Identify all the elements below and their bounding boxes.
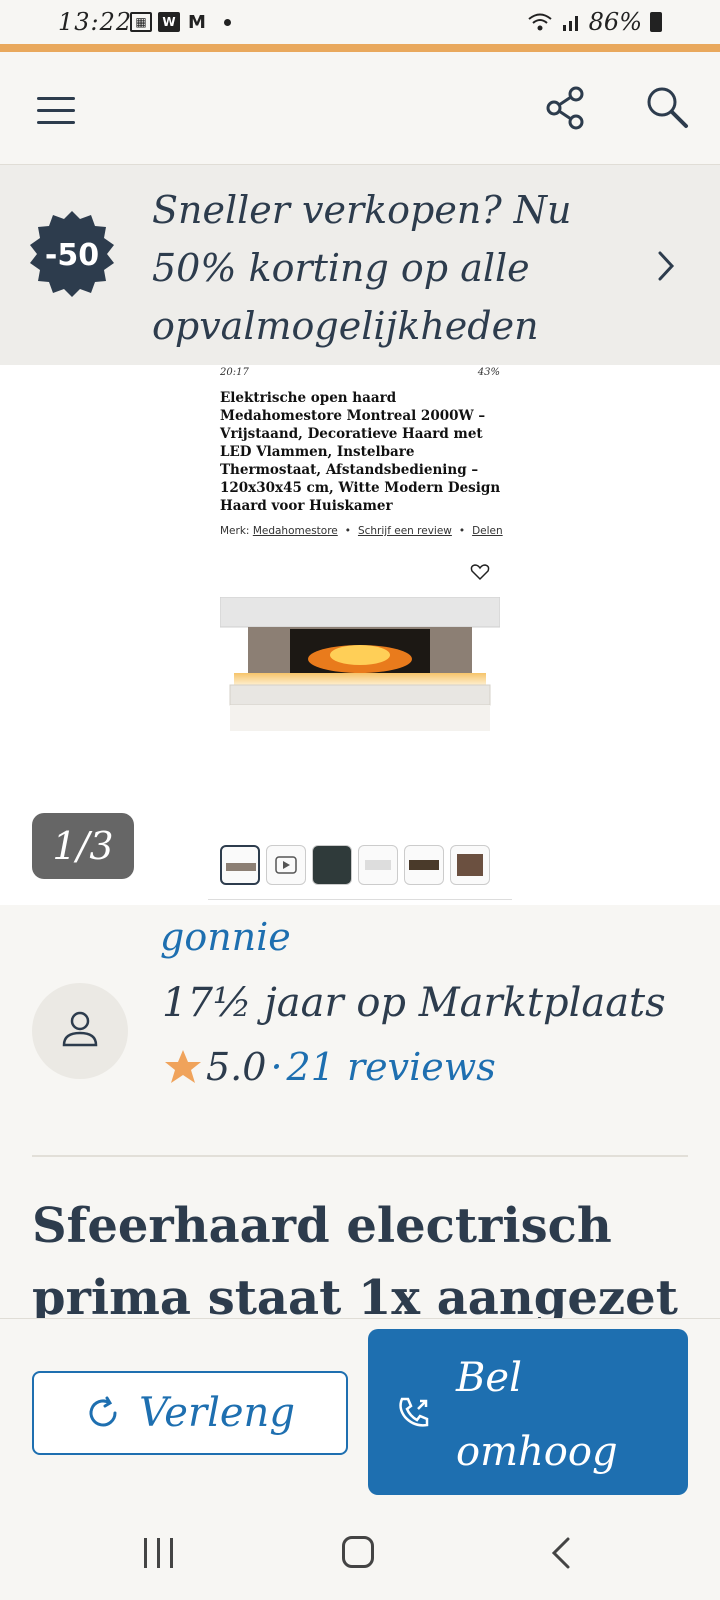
calendar-icon: ▦ <box>130 12 152 32</box>
chevron-right-icon <box>658 251 675 281</box>
thumbnail[interactable] <box>312 845 352 885</box>
rating-separator: · <box>270 1045 283 1089</box>
status-bar: 13:22 ▦ W M 86% <box>0 0 720 44</box>
hamburger-icon[interactable] <box>37 97 75 124</box>
share-icon[interactable] <box>540 82 592 134</box>
status-time: 13:22 <box>58 8 133 36</box>
accent-strip <box>0 44 720 52</box>
back-icon[interactable] <box>550 1536 572 1570</box>
seller-name[interactable]: gonnie <box>160 915 291 959</box>
seller-rating: 5.0 · 21 reviews <box>164 1045 496 1089</box>
bump-button[interactable]: Bel omhoog <box>368 1329 688 1495</box>
dot-icon <box>224 18 231 26</box>
thumbnail-strip <box>220 845 490 885</box>
battery-icon <box>650 12 662 32</box>
recent-apps-icon[interactable] <box>144 1538 173 1568</box>
listing-title: Sfeerhaard electrisch prima staat 1x aan… <box>32 1198 678 1326</box>
reviews-link[interactable]: 21 reviews <box>287 1045 496 1089</box>
notification-icons: ▦ W M <box>130 11 231 33</box>
extend-label: Verleng <box>139 1390 295 1436</box>
listing-photo: 20:17 43% Elektrische open haard Medahom… <box>208 365 512 901</box>
seller-section: gonnie 17½ jaar op Marktplaats 5.0 · 21 … <box>0 905 720 1155</box>
photo-status-bar: 20:17 43% <box>220 367 500 378</box>
fireplace-image <box>220 597 500 731</box>
thumbnail[interactable] <box>450 845 490 885</box>
action-bar: Verleng Bel omhoog <box>0 1318 720 1499</box>
rating-score: 5.0 <box>206 1045 267 1089</box>
home-icon[interactable] <box>342 1536 374 1568</box>
photo-divider <box>208 899 512 900</box>
divider <box>32 1155 688 1157</box>
refresh-icon <box>89 1396 117 1427</box>
promo-text: Sneller verkopen? Nu 50% korting op alle… <box>152 188 572 348</box>
photo-product-title: Elektrische open haard Medahomestore Mon… <box>220 390 501 514</box>
extend-button[interactable]: Verleng <box>32 1371 348 1455</box>
photo-meta: Merk: Medahomestore • Schrijf een review… <box>220 525 503 537</box>
thumbnail[interactable] <box>358 845 398 885</box>
promo-banner[interactable]: -50 Sneller verkopen? Nu 50% korting op … <box>0 165 720 365</box>
phone-arrow-icon <box>399 1397 429 1427</box>
thumbnail[interactable] <box>404 845 444 885</box>
app-header <box>0 52 720 165</box>
user-icon <box>62 1011 98 1047</box>
heart-icon <box>470 564 490 581</box>
star-icon <box>165 1050 201 1083</box>
search-icon[interactable] <box>642 82 694 134</box>
seller-membership: 17½ jaar op Marktplaats <box>162 980 666 1026</box>
badge-text: -50 <box>45 238 99 273</box>
signal-icon <box>562 16 578 31</box>
gmail-icon: M <box>188 11 206 33</box>
system-nav-bar <box>0 1500 720 1600</box>
battery-text: 86% <box>588 8 642 36</box>
w-app-icon: W <box>158 12 180 32</box>
thumbnail[interactable] <box>220 845 260 885</box>
system-icons: 86% <box>527 8 662 36</box>
avatar[interactable] <box>32 983 128 1079</box>
discount-badge: -50 <box>30 211 114 297</box>
bump-label: Bel omhoog <box>456 1355 618 1475</box>
wifi-icon <box>528 13 552 31</box>
gallery-counter: 1/3 <box>32 813 134 879</box>
video-thumbnail[interactable] <box>266 845 306 885</box>
